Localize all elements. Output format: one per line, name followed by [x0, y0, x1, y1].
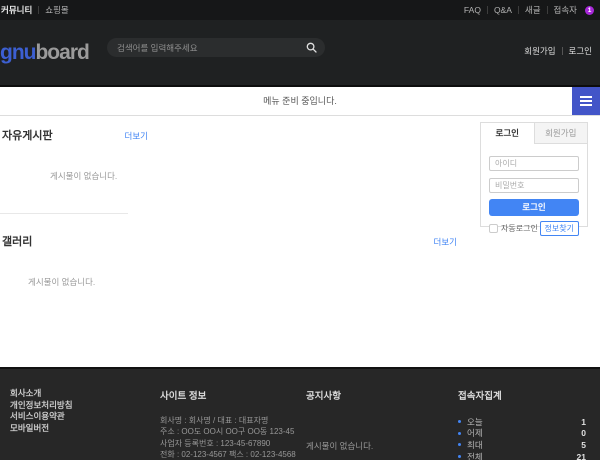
board-title-free: 자유게시판: [2, 127, 53, 143]
site-info-lines: 회사명 : 회사명 / 대표 : 대표자명 주소 : OO도 OO시 OO구 O…: [160, 415, 310, 460]
footer-link-company[interactable]: 회사소개: [10, 388, 73, 400]
bullet-icon: [458, 443, 461, 446]
site-logo[interactable]: gnuboard: [0, 41, 89, 65]
footer-link-mobile[interactable]: 모바일버전: [10, 423, 73, 435]
footer-visitor-stats: 접속자집계 오늘 1 어제 0 최대 5: [458, 388, 586, 460]
visitor-stats-title: 접속자집계: [458, 388, 586, 402]
notice-title: 공지사항: [306, 388, 436, 402]
find-info-button[interactable]: 정보찾기: [540, 221, 579, 236]
footer-notice: 공지사항 게시물이 없습니다.: [306, 388, 436, 452]
topbar-right-links: FAQ Q&A 새글 접속자 1: [464, 4, 594, 16]
site-info-line: 전화 : 02-123-4567 팩스 : 02-123-4568: [160, 449, 310, 460]
stat-label: 최대: [467, 439, 483, 451]
stat-label: 전체: [467, 451, 483, 460]
site-footer: 회사소개 개인정보처리방침 서비스이용약관 모바일버전 사이트 정보 회사명 :…: [0, 367, 600, 460]
topbar-link-new-posts[interactable]: 새글: [525, 4, 541, 16]
hamburger-icon: [580, 96, 592, 98]
more-link-free[interactable]: 더보기: [125, 130, 148, 142]
member-links: 회원가입 로그인: [524, 45, 592, 57]
auto-login-checkbox[interactable]: [489, 224, 498, 233]
logo-text-primary: gnu: [0, 41, 35, 64]
stat-value: 0: [581, 428, 586, 438]
search-input[interactable]: [107, 43, 297, 53]
hamburger-icon: [580, 100, 592, 102]
topbar-link-faq[interactable]: FAQ: [464, 5, 481, 15]
menu-placeholder-text: 메뉴 준비 중입니다.: [0, 87, 600, 115]
top-utility-bar: 커뮤니티 쇼핑몰 FAQ Q&A 새글 접속자 1: [0, 0, 600, 20]
signup-link[interactable]: 회원가입: [524, 45, 555, 57]
login-box-body: 로그인 자동로그인 정보찾기: [481, 144, 587, 236]
footer-link-terms[interactable]: 서비스이용약관: [10, 411, 73, 423]
divider: [38, 6, 39, 14]
empty-posts-text-gallery: 게시물이 없습니다.: [28, 276, 95, 288]
tab-signup[interactable]: 회원가입: [534, 123, 588, 144]
search-button[interactable]: [297, 38, 325, 57]
auto-login-label[interactable]: 자동로그인: [501, 223, 538, 234]
visitor-stat-row-total: 전체 21: [458, 451, 586, 460]
divider: [562, 47, 563, 55]
site-header: gnuboard 회원가입 로그인: [0, 20, 600, 87]
visitor-stats-rows: 오늘 1 어제 0 최대 5 전체 21: [458, 416, 586, 460]
bullet-icon: [458, 420, 461, 423]
site-info-line: 사업자 등록번호 : 123-45-67890: [160, 438, 310, 449]
footer-links: 회사소개 개인정보처리방침 서비스이용약관 모바일버전: [10, 388, 73, 434]
board-header: 갤러리 더보기: [2, 233, 457, 249]
visitor-stat-row-max: 최대 5: [458, 439, 586, 451]
latest-board-free: 자유게시판 더보기: [2, 127, 148, 143]
divider: [518, 6, 519, 14]
stat-label: 어제: [467, 427, 483, 439]
main-content: 자유게시판 더보기 게시물이 없습니다. 갤러리 더보기 게시물이 없습니다. …: [0, 116, 600, 367]
visitor-stat-row-today: 오늘 1: [458, 416, 586, 428]
topbar-link-shop[interactable]: 쇼핑몰: [45, 4, 68, 16]
login-box: 로그인 회원가입 로그인 자동로그인 정보찾기: [480, 122, 588, 227]
board-title-gallery: 갤러리: [2, 233, 32, 249]
topbar-link-connected-users[interactable]: 접속자: [554, 4, 577, 16]
tab-login[interactable]: 로그인: [481, 123, 534, 144]
divider: [547, 6, 548, 14]
topbar-link-community[interactable]: 커뮤니티: [1, 4, 32, 16]
footer-site-info: 사이트 정보 회사명 : 회사명 / 대표 : 대표자명 주소 : OO도 OO…: [160, 388, 310, 460]
login-box-tabs: 로그인 회원가입: [481, 123, 587, 144]
divider: [487, 6, 488, 14]
hamburger-icon: [580, 104, 592, 106]
logo-text-secondary: board: [35, 41, 88, 64]
footer-link-privacy[interactable]: 개인정보처리방침: [10, 400, 73, 412]
search-bar: [107, 38, 325, 57]
stat-value: 5: [581, 440, 586, 450]
board-header: 자유게시판 더보기: [2, 127, 148, 143]
menu-bar: 메뉴 준비 중입니다.: [0, 87, 600, 116]
topbar-left-links: 커뮤니티 쇼핑몰: [1, 4, 69, 16]
page: 커뮤니티 쇼핑몰 FAQ Q&A 새글 접속자 1 gnuboard: [0, 0, 600, 460]
auto-login-option: 자동로그인: [489, 223, 538, 234]
login-submit-button[interactable]: 로그인: [489, 199, 579, 216]
stat-value: 1: [581, 417, 586, 427]
connected-users-badge: 1: [585, 6, 594, 15]
section-divider: [0, 213, 128, 214]
search-icon: [306, 42, 317, 53]
topbar-link-qna[interactable]: Q&A: [494, 5, 512, 15]
login-link[interactable]: 로그인: [569, 45, 592, 57]
bullet-icon: [458, 455, 461, 458]
site-info-line: 회사명 : 회사명 / 대표 : 대표자명: [160, 415, 310, 426]
bullet-icon: [458, 432, 461, 435]
site-info-line: 주소 : OO도 OO시 OO구 OO동 123-45: [160, 426, 310, 437]
notice-empty-text: 게시물이 없습니다.: [306, 440, 436, 452]
site-info-title: 사이트 정보: [160, 388, 310, 402]
stat-value: 21: [577, 452, 586, 460]
empty-posts-text-free: 게시물이 없습니다.: [50, 170, 117, 182]
latest-board-gallery: 갤러리 더보기: [2, 233, 457, 249]
login-options-row: 자동로그인 정보찾기: [489, 221, 579, 236]
hamburger-menu-button[interactable]: [572, 87, 600, 115]
stat-label: 오늘: [467, 416, 483, 428]
more-link-gallery[interactable]: 더보기: [434, 236, 457, 248]
visitor-stat-row-yesterday: 어제 0: [458, 428, 586, 440]
login-password-field[interactable]: [489, 178, 579, 193]
login-id-field[interactable]: [489, 156, 579, 171]
